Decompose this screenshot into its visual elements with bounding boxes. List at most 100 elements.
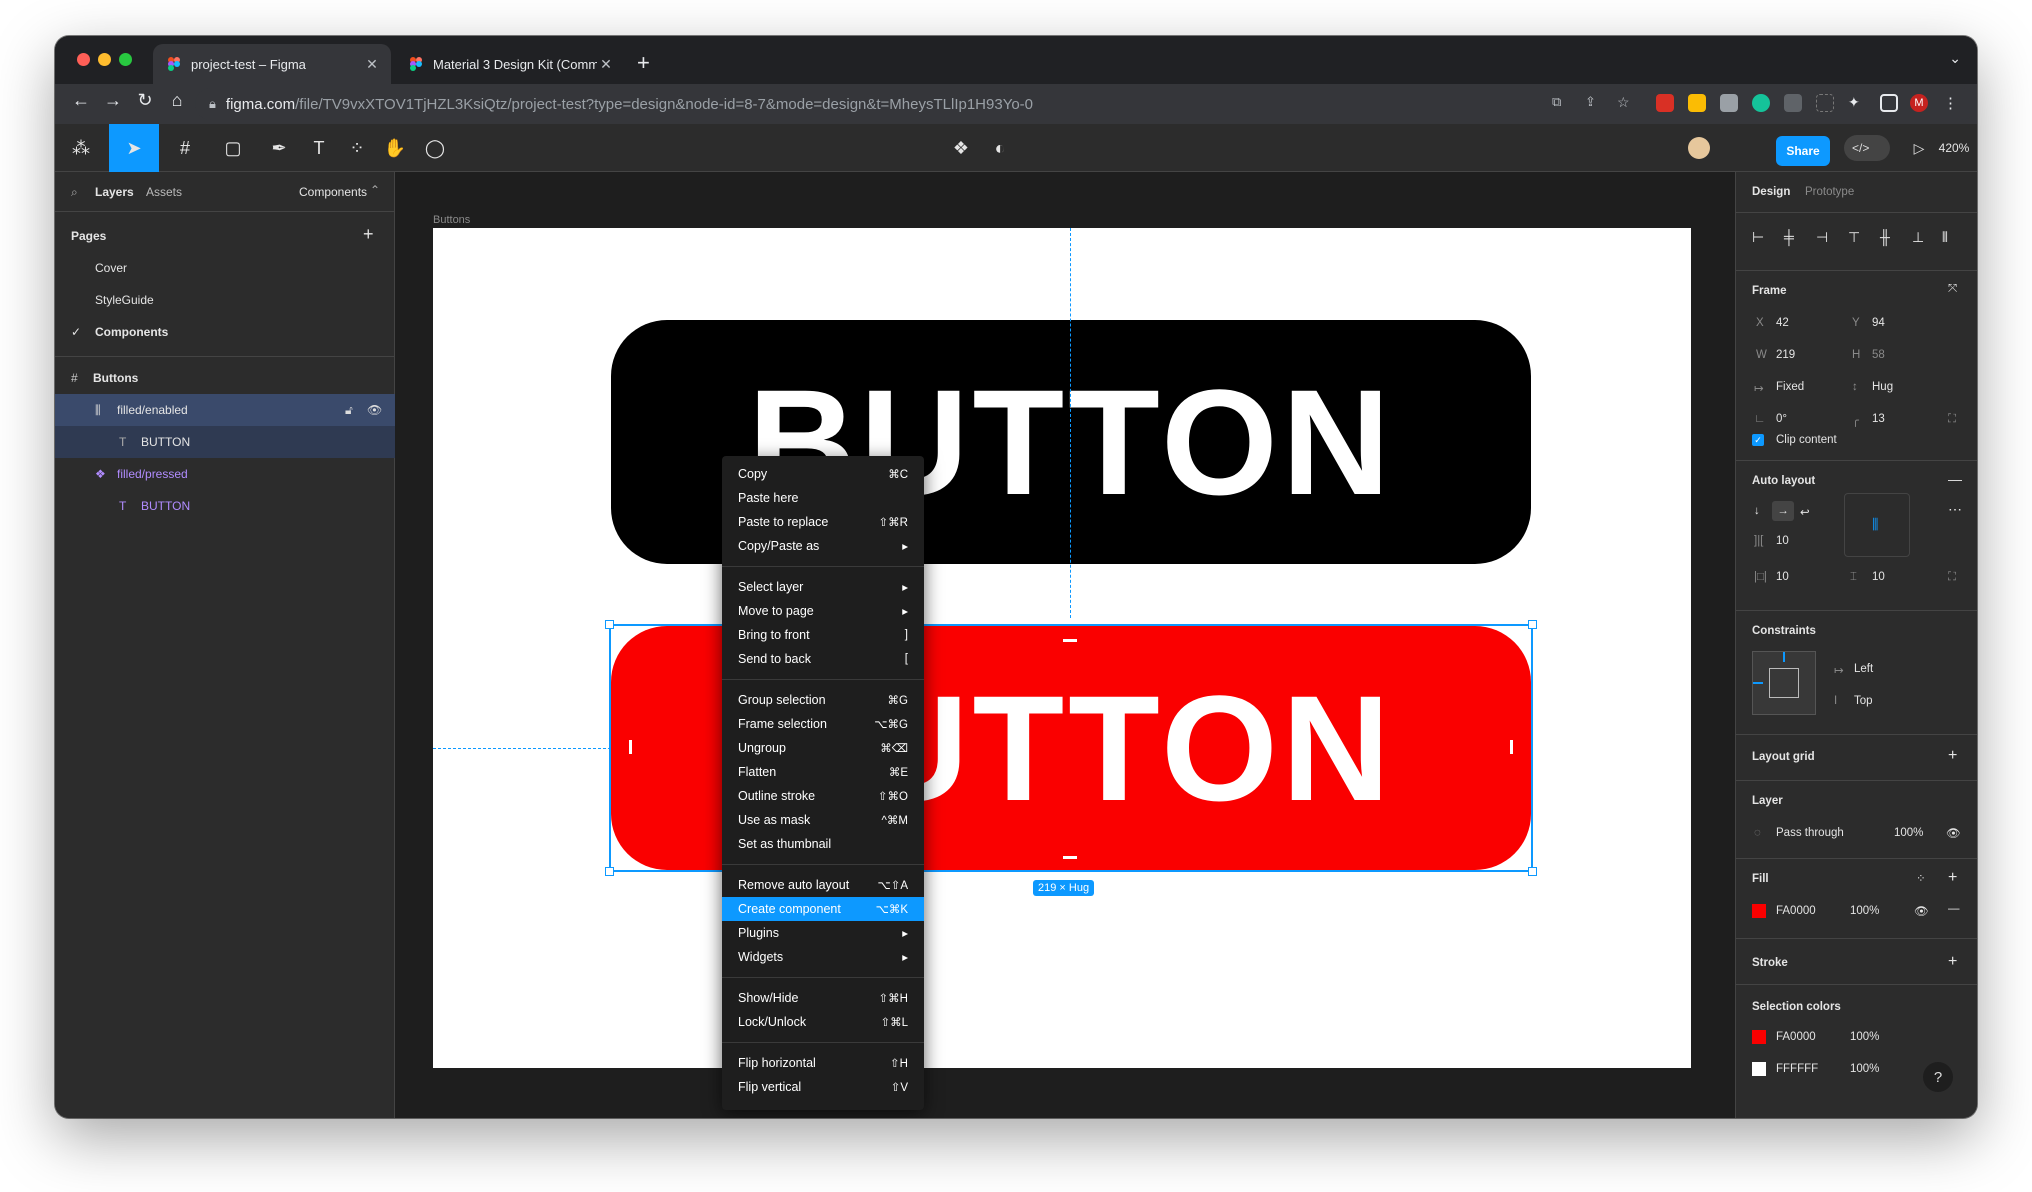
layer-row-filled-enabled[interactable]: ⫼ filled/enabled 🔓︎ 👁︎: [55, 394, 395, 426]
color-swatch[interactable]: [1752, 1030, 1766, 1044]
text-tool-icon[interactable]: T: [299, 124, 339, 172]
menu-item-remove-auto-layout[interactable]: Remove auto layout ⌥⇧A: [722, 873, 924, 897]
direction-vertical-icon[interactable]: ↓: [1754, 505, 1760, 517]
remove-fill-icon[interactable]: —: [1948, 903, 1960, 915]
hand-tool-icon[interactable]: ✋: [375, 124, 415, 172]
extensions-puzzle-icon[interactable]: ✦: [1848, 94, 1866, 112]
more-options-icon[interactable]: ⋯: [1948, 501, 1962, 518]
color-opacity[interactable]: 100%: [1850, 1063, 1879, 1075]
padding-handle[interactable]: [1063, 856, 1077, 859]
layer-opacity-field[interactable]: 100%: [1894, 827, 1923, 839]
extension-icon[interactable]: [1656, 94, 1674, 112]
menu-item-send-to-back[interactable]: Send to back [: [722, 647, 924, 671]
align-bottom-icon[interactable]: ⊥: [1912, 229, 1924, 246]
vertical-padding-field[interactable]: 10: [1872, 571, 1885, 583]
contrast-icon[interactable]: ◐: [980, 124, 1020, 172]
page-item-components[interactable]: Components: [95, 325, 168, 339]
menu-item-use-as-mask[interactable]: Use as mask ^⌘M: [722, 808, 924, 832]
add-stroke-icon[interactable]: +: [1948, 953, 1957, 971]
main-menu-icon[interactable]: ⁂: [61, 124, 101, 172]
wrap-icon[interactable]: ↩: [1800, 505, 1810, 519]
maximize-window-button[interactable]: [119, 53, 132, 66]
menu-item-create-component[interactable]: Create component ⌥⌘K: [722, 897, 924, 921]
add-layout-grid-icon[interactable]: +: [1948, 747, 1957, 765]
comment-tool-icon[interactable]: ◯: [415, 124, 455, 172]
extension-icon[interactable]: [1688, 94, 1706, 112]
tab-assets[interactable]: Assets: [146, 185, 182, 199]
eye-icon[interactable]: 👁︎: [367, 403, 382, 417]
kebab-menu-icon[interactable]: ⋮: [1943, 94, 1961, 112]
close-tab-icon[interactable]: ✕: [597, 56, 615, 73]
extension-icon[interactable]: [1784, 94, 1802, 112]
tab-project-test[interactable]: project-test – Figma ✕: [153, 44, 391, 84]
menu-item-copy-paste-as[interactable]: Copy/Paste as ▸: [722, 534, 924, 558]
height-mode-dropdown[interactable]: Hug: [1872, 381, 1893, 393]
resize-handle[interactable]: [1528, 867, 1537, 876]
home-icon[interactable]: ⌂: [161, 90, 193, 111]
bookmark-star-icon[interactable]: ☆: [1617, 94, 1635, 112]
move-tool-icon[interactable]: ➤: [109, 124, 159, 172]
page-dropdown[interactable]: Components: [299, 185, 367, 199]
menu-item-plugins[interactable]: Plugins ▸: [722, 921, 924, 945]
menu-item-move-to-page[interactable]: Move to page ▸: [722, 599, 924, 623]
resize-handle[interactable]: [605, 867, 614, 876]
menu-item-paste-here[interactable]: Paste here: [722, 486, 924, 510]
eye-icon[interactable]: 👁︎: [1946, 826, 1961, 840]
tab-material-kit[interactable]: Material 3 Design Kit (Commu ✕: [395, 44, 625, 84]
page-item-styleguide[interactable]: StyleGuide: [95, 293, 154, 307]
padding-handle[interactable]: [1063, 639, 1077, 642]
color-hex[interactable]: FA0000: [1776, 1031, 1816, 1043]
menu-item-outline-stroke[interactable]: Outline stroke ⇧⌘O: [722, 784, 924, 808]
shape-tool-icon[interactable]: ▢: [213, 124, 253, 172]
menu-item-copy[interactable]: Copy ⌘C: [722, 462, 924, 486]
h-field[interactable]: 58: [1872, 349, 1885, 361]
menu-item-bring-to-front[interactable]: Bring to front]: [722, 623, 924, 647]
align-right-icon[interactable]: ⊣: [1816, 229, 1828, 246]
grammarly-icon[interactable]: [1752, 94, 1770, 112]
buttons-frame[interactable]: BUTTON BUTTON 219 × Hug: [433, 228, 1691, 1068]
zoom-dropdown[interactable]: 420%: [1931, 124, 1977, 172]
unlock-icon[interactable]: 🔓︎: [345, 403, 353, 418]
close-tab-icon[interactable]: ✕: [363, 56, 381, 73]
resize-handle[interactable]: [1528, 620, 1537, 629]
menu-item-select-layer[interactable]: Select layer ▸: [722, 575, 924, 599]
help-button[interactable]: ?: [1923, 1062, 1953, 1092]
resize-to-fit-icon[interactable]: ⤧: [1948, 283, 1957, 296]
dev-mode-toggle[interactable]: </>: [1841, 124, 1893, 172]
tab-prototype[interactable]: Prototype: [1805, 186, 1854, 198]
width-mode-dropdown[interactable]: Fixed: [1776, 381, 1804, 393]
alignment-grid[interactable]: ⫼: [1844, 493, 1910, 557]
remove-auto-layout-icon[interactable]: —: [1948, 471, 1962, 487]
eye-icon[interactable]: 👁︎: [1914, 904, 1929, 918]
avatar[interactable]: [1681, 124, 1717, 172]
layer-row-button-text[interactable]: T BUTTON: [55, 490, 395, 522]
search-icon[interactable]: ⌕: [71, 185, 78, 200]
vertical-constraint-dropdown[interactable]: Top: [1854, 695, 1873, 707]
resources-icon[interactable]: ⁘: [337, 124, 377, 172]
tab-design[interactable]: Design: [1752, 186, 1790, 198]
menu-item-lock-unlock[interactable]: Lock/Unlock ⇧⌘L: [722, 1010, 924, 1034]
blend-mode-dropdown[interactable]: Pass through: [1776, 827, 1844, 839]
profile-avatar[interactable]: M: [1910, 94, 1928, 112]
share-page-icon[interactable]: ⇪: [1585, 94, 1603, 112]
color-opacity[interactable]: 100%: [1850, 1031, 1879, 1043]
constraint-top[interactable]: [1783, 652, 1785, 662]
horizontal-constraint-dropdown[interactable]: Left: [1854, 663, 1873, 675]
menu-item-flip-vertical[interactable]: Flip vertical ⇧V: [722, 1075, 924, 1099]
frame-tool-icon[interactable]: #: [165, 124, 205, 172]
layer-row-filled-pressed[interactable]: ❖ filled/pressed: [55, 458, 395, 490]
horizontal-padding-field[interactable]: 10: [1776, 571, 1789, 583]
camera-extension-icon[interactable]: [1720, 94, 1738, 112]
menu-item-group-selection[interactable]: Group selection ⌘G: [722, 688, 924, 712]
layer-row-buttons[interactable]: # Buttons: [55, 362, 395, 394]
fill-opacity-field[interactable]: 100%: [1850, 905, 1879, 917]
close-window-button[interactable]: [77, 53, 90, 66]
chevron-up-icon[interactable]: ⌃: [370, 183, 380, 197]
radius-field[interactable]: 13: [1872, 413, 1885, 425]
distribute-icon[interactable]: ⫴: [1942, 229, 1948, 246]
menu-item-widgets[interactable]: Widgets ▸: [722, 945, 924, 969]
add-fill-icon[interactable]: +: [1948, 869, 1957, 887]
menu-item-frame-selection[interactable]: Frame selection ⌥⌘G: [722, 712, 924, 736]
independent-corners-icon[interactable]: ⛶: [1948, 413, 1956, 426]
w-field[interactable]: 219: [1776, 349, 1795, 361]
